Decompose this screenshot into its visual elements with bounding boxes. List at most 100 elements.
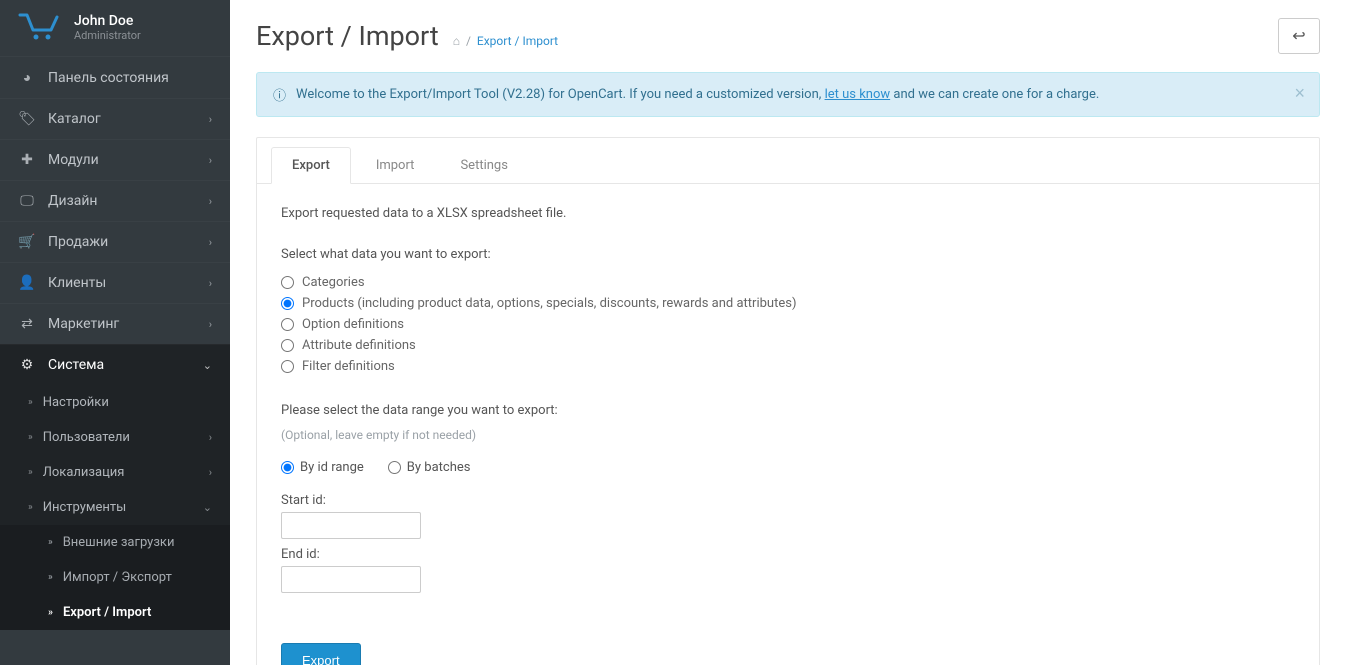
nav-marketing-label: Маркетинг <box>48 316 209 332</box>
gear-icon: ⚙ <box>18 357 36 373</box>
radio-categories[interactable] <box>281 276 294 289</box>
page-title: Export / Import <box>256 20 439 52</box>
nav-clients-label: Клиенты <box>48 275 209 291</box>
subsub-exportimport-label: Export / Import <box>63 605 151 620</box>
profile-name: John Doe <box>74 13 141 29</box>
nav-design-label: Дизайн <box>48 193 209 209</box>
subnav-users-label: Пользователи <box>43 430 130 445</box>
breadcrumb: ⌂ / Export / Import <box>453 34 558 48</box>
user-icon: 👤 <box>18 275 36 291</box>
double-chevron-icon: » <box>48 572 53 583</box>
nav-dashboard[interactable]: ◕ Панель состояния <box>0 56 230 98</box>
range-label: Please select the data range you want to… <box>281 403 1295 418</box>
nav-system-label: Система <box>48 357 203 373</box>
radio-option-def-label: Option definitions <box>302 317 404 332</box>
chevron-down-icon: ⌄ <box>203 501 212 514</box>
profile-block: John Doe Administrator <box>0 0 230 56</box>
system-subnav: » Настройки » Пользователи › » Локализац… <box>0 385 230 630</box>
chevron-right-icon: › <box>209 277 212 290</box>
nav-catalog[interactable]: 🏷 Каталог › <box>0 98 230 139</box>
subnav-settings-label: Настройки <box>43 395 109 410</box>
alert-close-button[interactable]: × <box>1294 83 1305 104</box>
tab-bar: Export Import Settings <box>257 138 1319 184</box>
subnav-settings[interactable]: » Настройки <box>0 385 230 420</box>
info-icon: ⓘ <box>273 85 286 104</box>
subsub-external-uploads[interactable]: » Внешние загрузки <box>0 525 230 560</box>
export-lead: Export requested data to a XLSX spreadsh… <box>281 206 1295 221</box>
export-tab-content: Export requested data to a XLSX spreadsh… <box>257 184 1319 665</box>
subnav-users[interactable]: » Пользователи › <box>0 420 230 455</box>
chevron-right-icon: › <box>209 113 212 126</box>
range-group: Please select the data range you want to… <box>281 403 1295 593</box>
double-chevron-icon: » <box>28 502 33 513</box>
desktop-icon: 🖵 <box>18 193 36 209</box>
data-type-label: Select what data you want to export: <box>281 247 1295 262</box>
tab-settings[interactable]: Settings <box>439 147 528 184</box>
alert-text-b: and we can create one for a charge. <box>890 87 1099 102</box>
alert-link[interactable]: let us know <box>825 87 891 102</box>
radio-by-batches[interactable] <box>388 461 401 474</box>
nav-sales[interactable]: 🛒 Продажи › <box>0 221 230 262</box>
breadcrumb-separator: / <box>466 34 471 48</box>
subnav-tools[interactable]: » Инструменты ⌄ <box>0 490 230 525</box>
breadcrumb-current[interactable]: Export / Import <box>477 34 558 48</box>
subsub-importexport-ru-label: Импорт / Экспорт <box>63 570 172 585</box>
cart-icon: 🛒 <box>18 234 36 250</box>
export-button[interactable]: Export <box>281 643 361 665</box>
alert-text: Welcome to the Export/Import Tool (V2.28… <box>296 87 1099 102</box>
start-id-label: Start id: <box>281 493 1295 508</box>
nav-catalog-label: Каталог <box>48 111 209 127</box>
radio-attr-def-label: Attribute definitions <box>302 338 416 353</box>
double-chevron-icon: » <box>48 607 53 618</box>
share-icon: ⇄ <box>18 316 36 332</box>
main-nav: ◕ Панель состояния 🏷 Каталог › ✚ Модули … <box>0 56 230 630</box>
radio-by-id-range[interactable] <box>281 461 294 474</box>
chevron-right-icon: › <box>209 431 212 444</box>
nav-sales-label: Продажи <box>48 234 209 250</box>
nav-dashboard-label: Панель состояния <box>48 70 212 86</box>
nav-marketing[interactable]: ⇄ Маркетинг › <box>0 303 230 344</box>
radio-filter-def[interactable] <box>281 360 294 373</box>
subsub-import-export-ru[interactable]: » Импорт / Экспорт <box>0 560 230 595</box>
sidebar: John Doe Administrator ◕ Панель состояни… <box>0 0 230 665</box>
double-chevron-icon: » <box>48 537 53 548</box>
chevron-right-icon: › <box>209 466 212 479</box>
nav-modules-label: Модули <box>48 152 209 168</box>
main-panel: Export Import Settings Export requested … <box>256 137 1320 665</box>
subsub-export-import[interactable]: » Export / Import <box>0 595 230 630</box>
chevron-down-icon: ⌄ <box>203 359 212 372</box>
radio-by-batches-label: By batches <box>407 460 471 475</box>
radio-option-def[interactable] <box>281 318 294 331</box>
range-hint: (Optional, leave empty if not needed) <box>281 428 1295 442</box>
start-id-input[interactable] <box>281 512 421 539</box>
end-id-label: End id: <box>281 547 1295 562</box>
radio-by-id-label: By id range <box>300 460 364 475</box>
main-content: Export / Import ⌂ / Export / Import ↩ ⓘ … <box>230 0 1346 665</box>
tags-icon: 🏷 <box>18 111 36 127</box>
radio-attr-def[interactable] <box>281 339 294 352</box>
nav-modules[interactable]: ✚ Модули › <box>0 139 230 180</box>
subnav-localization-label: Локализация <box>43 465 125 480</box>
page-header: Export / Import ⌂ / Export / Import ↩ <box>256 18 1320 54</box>
alert-text-a: Welcome to the Export/Import Tool (V2.28… <box>296 87 825 102</box>
info-alert: ⓘ Welcome to the Export/Import Tool (V2.… <box>256 72 1320 117</box>
chevron-right-icon: › <box>209 318 212 331</box>
nav-design[interactable]: 🖵 Дизайн › <box>0 180 230 221</box>
subnav-localization[interactable]: » Локализация › <box>0 455 230 490</box>
cart-logo-icon <box>18 12 60 42</box>
profile-role: Administrator <box>74 29 141 42</box>
back-button[interactable]: ↩ <box>1278 18 1320 54</box>
chevron-right-icon: › <box>209 195 212 208</box>
tab-export[interactable]: Export <box>271 147 351 184</box>
nav-system[interactable]: ⚙ Система ⌄ <box>0 344 230 385</box>
radio-products[interactable] <box>281 297 294 310</box>
data-type-group: Select what data you want to export: Cat… <box>281 247 1295 377</box>
dashboard-icon: ◕ <box>18 69 36 86</box>
nav-clients[interactable]: 👤 Клиенты › <box>0 262 230 303</box>
double-chevron-icon: » <box>28 467 33 478</box>
end-id-input[interactable] <box>281 566 421 593</box>
tools-subnav: » Внешние загрузки » Импорт / Экспорт » … <box>0 525 230 630</box>
radio-filter-def-label: Filter definitions <box>302 359 395 374</box>
home-icon[interactable]: ⌂ <box>453 34 460 48</box>
tab-import[interactable]: Import <box>355 147 436 184</box>
